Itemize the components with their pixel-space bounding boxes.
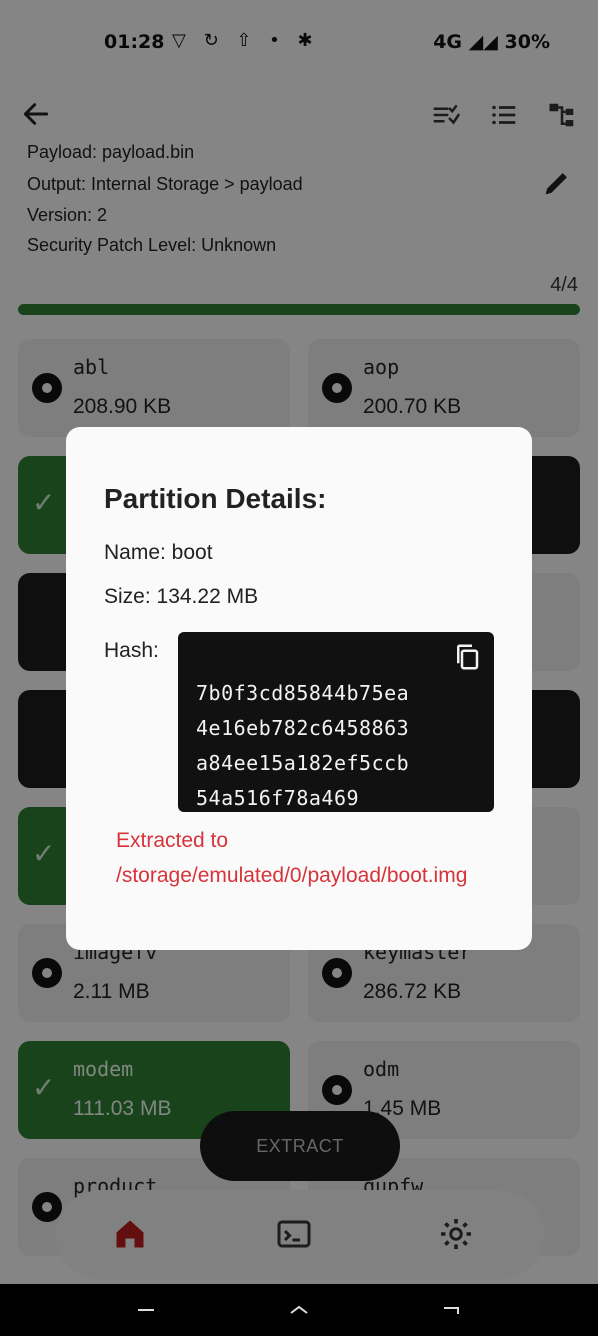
hash-line: 54a516f78a469 <box>196 786 360 810</box>
partition-details-dialog: Partition Details: Name: boot Size: 134.… <box>66 427 532 950</box>
extracted-path-message: Extracted to /storage/emulated/0/payload… <box>116 829 468 887</box>
hash-line: 4e16eb782c6458863 <box>196 716 410 740</box>
app-screen: 01:28 ▽ ↻ ⇧ • ✱ 4G ◢◢ 30% Payload: paylo… <box>0 0 598 1284</box>
hash-box[interactable]: 7b0f3cd85844b75ea 4e16eb782c6458863 a84e… <box>178 632 494 812</box>
dialog-title: Partition Details: <box>104 483 327 514</box>
hash-label: Hash: <box>104 639 159 662</box>
back-nav-icon[interactable] <box>440 1298 464 1322</box>
system-navigation-bar <box>0 1284 598 1336</box>
hash-line: a84ee15a182ef5ccb <box>196 751 410 775</box>
hash-value: 7b0f3cd85844b75ea 4e16eb782c6458863 a84e… <box>196 676 409 816</box>
home-nav-icon[interactable] <box>287 1298 311 1322</box>
partition-name: Name: boot <box>104 541 213 564</box>
hash-line: 7b0f3cd85844b75ea <box>196 681 410 705</box>
recents-icon[interactable] <box>134 1298 158 1322</box>
partition-size: Size: 134.22 MB <box>104 585 259 608</box>
copy-icon[interactable] <box>452 642 482 672</box>
